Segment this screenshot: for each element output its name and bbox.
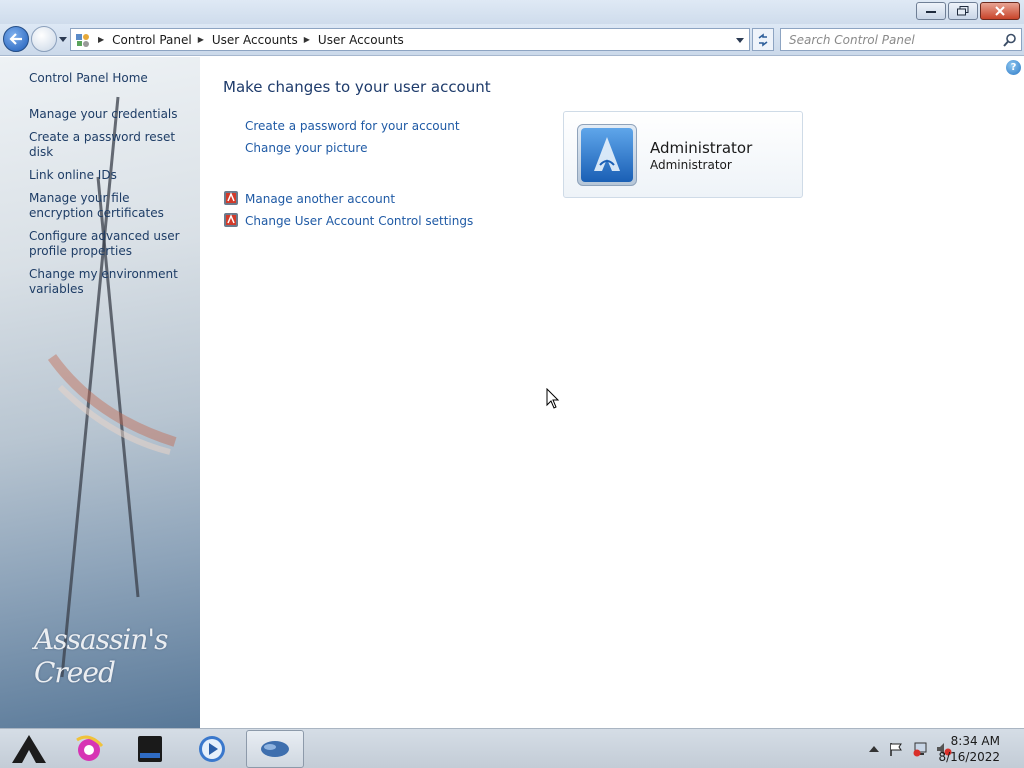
- address-bar[interactable]: ▶ Control Panel ▶ User Accounts ▶ User A…: [70, 28, 750, 51]
- change-picture-link[interactable]: Change your picture: [245, 141, 367, 155]
- account-name: Administrator: [650, 139, 753, 157]
- account-type: Administrator: [650, 158, 732, 172]
- taskbar-control-panel-active[interactable]: [246, 730, 304, 768]
- navigation-toolbar: ▶ Control Panel ▶ User Accounts ▶ User A…: [0, 24, 1024, 56]
- clock-date: 8/16/2022: [938, 750, 1000, 764]
- file-explorer-icon: [138, 736, 162, 762]
- manage-file-encryption-link[interactable]: Manage your file encryption certificates: [29, 191, 194, 221]
- taskbar-media-player[interactable]: [183, 729, 241, 768]
- action-center-icon[interactable]: [888, 741, 904, 757]
- breadcrumb-current-page[interactable]: User Accounts: [318, 33, 404, 47]
- network-icon[interactable]: [912, 741, 928, 757]
- minimize-button[interactable]: [916, 2, 946, 20]
- control-panel-icon: [261, 741, 289, 757]
- change-uac-settings-link[interactable]: Change User Account Control settings: [245, 214, 473, 228]
- taskbar-internet-explorer[interactable]: [60, 729, 118, 768]
- account-picture[interactable]: [577, 124, 637, 186]
- recent-pages-dropdown[interactable]: [58, 33, 68, 45]
- system-tray: 8:34 AM 8/16/2022: [824, 729, 1024, 768]
- refresh-icon: [758, 32, 768, 47]
- close-icon: [995, 6, 1005, 16]
- back-button[interactable]: [3, 26, 29, 52]
- main-content: ? Make changes to your user account Crea…: [200, 57, 1024, 728]
- uac-shield-icon: [224, 191, 238, 205]
- uac-shield-icon: [224, 213, 238, 227]
- taskbar: 8:34 AM 8/16/2022: [0, 728, 1024, 768]
- mouse-pointer-icon: [546, 388, 560, 409]
- task-pane-links: Control Panel Home Manage your credentia…: [29, 71, 194, 297]
- breadcrumb-control-panel[interactable]: Control Panel: [112, 33, 192, 47]
- window-caption-bar: [0, 0, 1024, 24]
- chevron-down-icon: [736, 37, 744, 43]
- close-button[interactable]: [980, 2, 1020, 20]
- help-icon[interactable]: ?: [1006, 60, 1021, 75]
- minimize-icon: [926, 11, 936, 13]
- create-password-link[interactable]: Create a password for your account: [245, 119, 460, 133]
- manage-credentials-link[interactable]: Manage your credentials: [29, 107, 194, 122]
- clock-time: 8:34 AM: [950, 734, 1000, 748]
- create-password-reset-disk-link[interactable]: Create a password reset disk: [29, 130, 194, 160]
- control-panel-icon: [74, 31, 92, 49]
- start-icon: [12, 735, 46, 763]
- address-dropdown-button[interactable]: [733, 32, 747, 48]
- breadcrumb-separator-icon: ▶: [197, 35, 204, 44]
- search-icon[interactable]: [1003, 33, 1017, 47]
- back-arrow-icon: [9, 33, 22, 45]
- account-tile: Administrator Administrator: [563, 111, 803, 198]
- chevron-down-icon: [59, 36, 67, 42]
- chevron-up-icon: [869, 746, 879, 752]
- breadcrumb-separator-icon: ▶: [303, 35, 310, 44]
- link-online-ids-link[interactable]: Link online IDs: [29, 168, 194, 183]
- control-panel-home-link[interactable]: Control Panel Home: [29, 71, 194, 86]
- breadcrumb-user-accounts[interactable]: User Accounts: [212, 33, 298, 47]
- forward-button[interactable]: [31, 26, 57, 52]
- configure-profile-properties-link[interactable]: Configure advanced user profile properti…: [29, 229, 194, 259]
- internet-explorer-icon: [76, 735, 104, 761]
- restore-icon: [957, 6, 969, 16]
- page-title: Make changes to your user account: [223, 78, 491, 96]
- change-environment-variables-link[interactable]: Change my environment variables: [29, 267, 194, 297]
- taskbar-file-explorer[interactable]: [121, 729, 179, 768]
- taskbar-clock[interactable]: 8:34 AM 8/16/2022: [938, 733, 1000, 765]
- search-input[interactable]: [781, 29, 991, 50]
- start-button[interactable]: [0, 729, 58, 768]
- task-pane: Control Panel Home Manage your credentia…: [0, 57, 200, 728]
- assassins-creed-logo-icon: [594, 137, 620, 171]
- manage-another-account-link[interactable]: Manage another account: [245, 192, 395, 206]
- search-box[interactable]: [780, 28, 1022, 51]
- wallpaper-brand-text: Assassin's Creed: [34, 623, 168, 689]
- restore-button[interactable]: [948, 2, 978, 20]
- show-hidden-icons-button[interactable]: [866, 741, 882, 757]
- media-player-icon: [199, 736, 225, 762]
- window-controls: [916, 2, 1020, 20]
- refresh-button[interactable]: [752, 28, 774, 51]
- breadcrumb-separator-icon: ▶: [98, 35, 105, 44]
